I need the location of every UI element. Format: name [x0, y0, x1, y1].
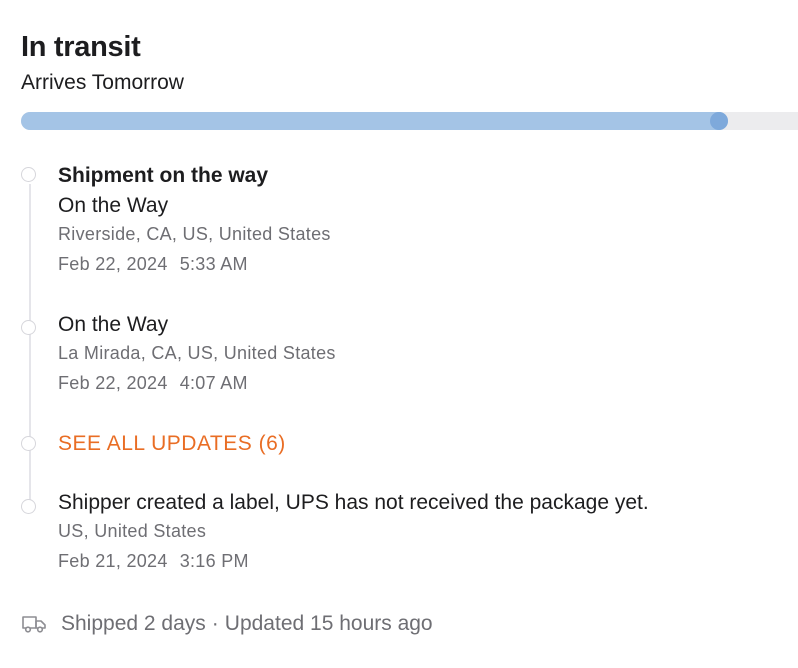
event-timestamp: Feb 22, 2024 5:33 AM [58, 253, 331, 275]
event-status: On the Way [58, 313, 169, 336]
event-date: Feb 21, 2024 [58, 551, 168, 571]
progress-bar [21, 112, 798, 130]
timeline-dot [21, 320, 36, 335]
event-time: 3:16 PM [179, 551, 249, 571]
shipped-text: Shipped 2 days [61, 612, 206, 635]
truck-icon [22, 616, 46, 633]
event-date: Feb 22, 2024 [58, 254, 168, 274]
event-location: La Mirada, CA, US, United States [58, 343, 336, 363]
event-status: On the Way [58, 194, 169, 217]
progress-fill [21, 112, 729, 130]
timeline-event: Shipper created a label, UPS has not rec… [58, 490, 649, 572]
footer-separator: · [211, 612, 219, 635]
updated-text: Updated 15 hours ago [224, 612, 433, 635]
timeline-line [29, 184, 31, 502]
event-date: Feb 22, 2024 [58, 373, 168, 393]
event-location: US, United States [58, 521, 207, 541]
event-heading: Shipment on the way [58, 164, 269, 187]
progress-knob [710, 112, 729, 130]
event-status: Shipper created a label, UPS has not rec… [58, 491, 649, 514]
see-all-updates-link[interactable]: SEE ALL UPDATES (6) [58, 431, 286, 457]
arrival-text: Arrives Tomorrow [21, 71, 184, 94]
shipment-footer: Shipped 2 days · Updated 15 hours ago [21, 611, 433, 637]
event-timestamp: Feb 21, 2024 3:16 PM [58, 550, 649, 572]
timeline-event: On the Way La Mirada, CA, US, United Sta… [58, 312, 336, 394]
event-timestamp: Feb 22, 2024 4:07 AM [58, 372, 336, 394]
status-title: In transit [21, 31, 141, 63]
timeline-dot [21, 167, 36, 182]
event-time: 4:07 AM [179, 373, 248, 393]
timeline-event: Shipment on the way On the Way Riverside… [58, 163, 331, 275]
timeline-dot [21, 499, 36, 514]
timeline-dot [21, 436, 36, 451]
event-location: Riverside, CA, US, United States [58, 224, 331, 244]
event-time: 5:33 AM [179, 254, 248, 274]
